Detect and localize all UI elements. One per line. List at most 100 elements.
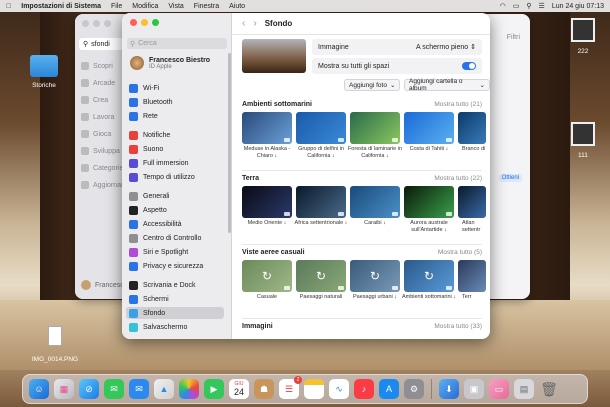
calendar-icon[interactable]: GIU 24 bbox=[229, 379, 249, 399]
sidebar-item-scrivania-e-dock[interactable]: Scrivania e Dock bbox=[126, 279, 224, 291]
maps-icon[interactable]: ▲ bbox=[154, 379, 174, 399]
sidebar-item-sfondo[interactable]: Sfondo bbox=[126, 307, 224, 319]
menu-app-name[interactable]: Impostazioni di Sistema bbox=[21, 3, 101, 10]
settings-search-input[interactable]: ⚲ Cerca bbox=[127, 38, 227, 49]
desktop-thumb-222[interactable] bbox=[571, 18, 595, 42]
photos-icon[interactable] bbox=[179, 379, 199, 399]
wallpaper-thumbnail[interactable]: ↻ bbox=[404, 260, 454, 292]
wallpaper-thumbnail[interactable] bbox=[296, 186, 346, 218]
freeform-icon[interactable]: ∿ bbox=[329, 379, 349, 399]
appstore-item-scopri[interactable]: Scopri bbox=[81, 62, 113, 70]
profile-item[interactable]: Francesco Biestro ID Apple bbox=[130, 56, 210, 70]
facetime-icon[interactable]: ▶ bbox=[204, 379, 224, 399]
wifi-status-icon[interactable]: ◠ bbox=[500, 2, 506, 10]
wallpaper-thumbnail[interactable] bbox=[296, 112, 346, 144]
apple-icon[interactable]:  bbox=[6, 3, 11, 10]
close-button[interactable] bbox=[130, 19, 137, 26]
appstore-item-lavora[interactable]: Lavora bbox=[81, 113, 114, 121]
control-center-status-icon[interactable]: ☰ bbox=[539, 2, 545, 10]
sidebar-scrollbar[interactable] bbox=[228, 53, 231, 233]
appstore-item-arcade[interactable]: Arcade bbox=[81, 79, 115, 87]
finder-icon[interactable]: ☺ bbox=[29, 379, 49, 399]
sidebar-item-notifiche[interactable]: Notifiche bbox=[126, 129, 224, 141]
wallpaper-thumbnail[interactable] bbox=[458, 112, 486, 144]
safari-icon[interactable]: ⊘ bbox=[79, 379, 99, 399]
launchpad-icon[interactable]: ▦ bbox=[54, 379, 74, 399]
spotlight-icon[interactable]: ⚲ bbox=[526, 2, 531, 10]
wallpaper-thumbnail[interactable]: ↻ bbox=[242, 260, 292, 292]
contacts-icon[interactable]: ☗ bbox=[254, 379, 274, 399]
minimize-button[interactable] bbox=[141, 19, 148, 26]
appstore-item-categorie[interactable]: Categorie bbox=[81, 164, 123, 172]
spaces-toggle[interactable] bbox=[462, 62, 476, 70]
sidebar-item-rete[interactable]: Rete bbox=[126, 110, 224, 122]
wallpaper-thumbnail[interactable] bbox=[404, 112, 454, 144]
back-chevron-icon[interactable]: ‹ bbox=[242, 18, 245, 29]
show-all-link[interactable]: Mostra tutto (33) bbox=[434, 323, 482, 330]
system-settings-window[interactable]: ⚲ Cerca Francesco Biestro ID Apple Wi-Fi… bbox=[122, 13, 490, 339]
sidebar-item-schermi[interactable]: Schermi bbox=[126, 293, 224, 305]
sidebar-item-salvaschermo[interactable]: Salvaschermo bbox=[126, 321, 224, 333]
clock[interactable]: Lun 24 giu 07:13 bbox=[552, 3, 604, 10]
reminders-icon[interactable]: ☰ 2 bbox=[279, 376, 302, 399]
preview-icon[interactable]: ▣ bbox=[464, 379, 484, 399]
show-all-link[interactable]: Mostra tutto (5) bbox=[438, 249, 482, 256]
wallpaper-thumbnail[interactable] bbox=[242, 112, 292, 144]
app-store-user[interactable]: Francesco bbox=[81, 280, 128, 290]
add-folder-button[interactable]: Aggiungi cartella o album ⌄ bbox=[404, 78, 490, 92]
wallpaper-thumbnail[interactable] bbox=[242, 186, 292, 218]
forward-chevron-icon[interactable]: › bbox=[253, 18, 256, 29]
app-store-search-input[interactable]: ⚲ sfondi bbox=[79, 38, 123, 50]
zoom-button[interactable] bbox=[152, 19, 159, 26]
downloads-folder-icon[interactable]: ⬇ bbox=[439, 379, 459, 399]
sidebar-item-aspetto[interactable]: Aspetto bbox=[126, 204, 224, 216]
wallpaper-thumbnail[interactable] bbox=[350, 186, 400, 218]
wallpaper-thumbnail[interactable] bbox=[458, 260, 486, 292]
folder-icon[interactable] bbox=[30, 55, 58, 77]
sidebar-item-siri-e-spotlight[interactable]: Siri e Spotlight bbox=[126, 246, 224, 258]
minimize-button[interactable] bbox=[93, 20, 100, 27]
sidebar-item-full-immersion[interactable]: Full immersion bbox=[126, 157, 224, 169]
appstore-item-gioca[interactable]: Gioca bbox=[81, 130, 111, 138]
wallpaper-thumbnail[interactable] bbox=[350, 112, 400, 144]
sidebar-item-suono[interactable]: Suono bbox=[126, 143, 224, 155]
system-settings-icon[interactable]: ⚙ bbox=[404, 379, 424, 399]
show-all-link[interactable]: Mostra tutto (22) bbox=[434, 175, 482, 182]
menu-finestra[interactable]: Finestra bbox=[194, 3, 219, 10]
sidebar-item-generali[interactable]: Generali bbox=[126, 190, 224, 202]
mail-icon[interactable]: ✉ bbox=[129, 379, 149, 399]
notes-icon[interactable] bbox=[304, 379, 324, 399]
add-photo-button[interactable]: Aggiungi foto ⌄ bbox=[344, 79, 401, 91]
battery-icon[interactable]: ▭ bbox=[513, 2, 520, 10]
zoom-button[interactable] bbox=[104, 20, 111, 27]
appstore-item-crea[interactable]: Crea bbox=[81, 96, 108, 104]
menu-modifica[interactable]: Modifica bbox=[132, 3, 158, 10]
music-icon[interactable]: ♪ bbox=[354, 379, 374, 399]
desktop-thumb-111[interactable] bbox=[571, 122, 595, 146]
appstore-item-sviluppa[interactable]: Sviluppa bbox=[81, 147, 120, 155]
wallpaper-thumbnail[interactable] bbox=[458, 186, 486, 218]
wallpaper-thumbnail[interactable] bbox=[404, 186, 454, 218]
wallpaper-thumbnail[interactable]: ↻ bbox=[296, 260, 346, 292]
sidebar-item-tempo-di-utilizzo[interactable]: Tempo di utilizzo bbox=[126, 171, 224, 183]
folder-pink-icon[interactable]: ▭ bbox=[489, 379, 509, 399]
wallpaper-thumbnail[interactable]: ↻ bbox=[350, 260, 400, 292]
menu-aiuto[interactable]: Aiuto bbox=[229, 3, 245, 10]
get-button[interactable]: Ottieni bbox=[498, 174, 522, 182]
file-icon[interactable] bbox=[48, 326, 62, 346]
app-store-icon[interactable]: A bbox=[379, 379, 399, 399]
sidebar-item-centro-di-controllo[interactable]: Centro di Controllo bbox=[126, 232, 224, 244]
sidebar-item-accessibilit-[interactable]: Accessibilità bbox=[126, 218, 224, 230]
menu-file[interactable]: File bbox=[111, 3, 122, 10]
sidebar-item-bluetooth[interactable]: Bluetooth bbox=[126, 96, 224, 108]
close-button[interactable] bbox=[82, 20, 89, 27]
sidebar-item-privacy-e-sicurezza[interactable]: Privacy e sicurezza bbox=[126, 260, 224, 272]
messages-icon[interactable]: ✉ bbox=[104, 379, 124, 399]
image-setting-select[interactable]: A schermo pieno ⇕ bbox=[416, 43, 476, 51]
document-icon[interactable]: ▤ bbox=[514, 379, 534, 399]
filter-button[interactable]: Filtri bbox=[507, 34, 520, 41]
menu-vista[interactable]: Vista bbox=[168, 3, 183, 10]
show-all-link[interactable]: Mostra tutto (21) bbox=[434, 101, 482, 108]
trash-icon[interactable]: 🗑 bbox=[539, 379, 559, 399]
sidebar-item-wi-fi[interactable]: Wi-Fi bbox=[126, 82, 224, 94]
